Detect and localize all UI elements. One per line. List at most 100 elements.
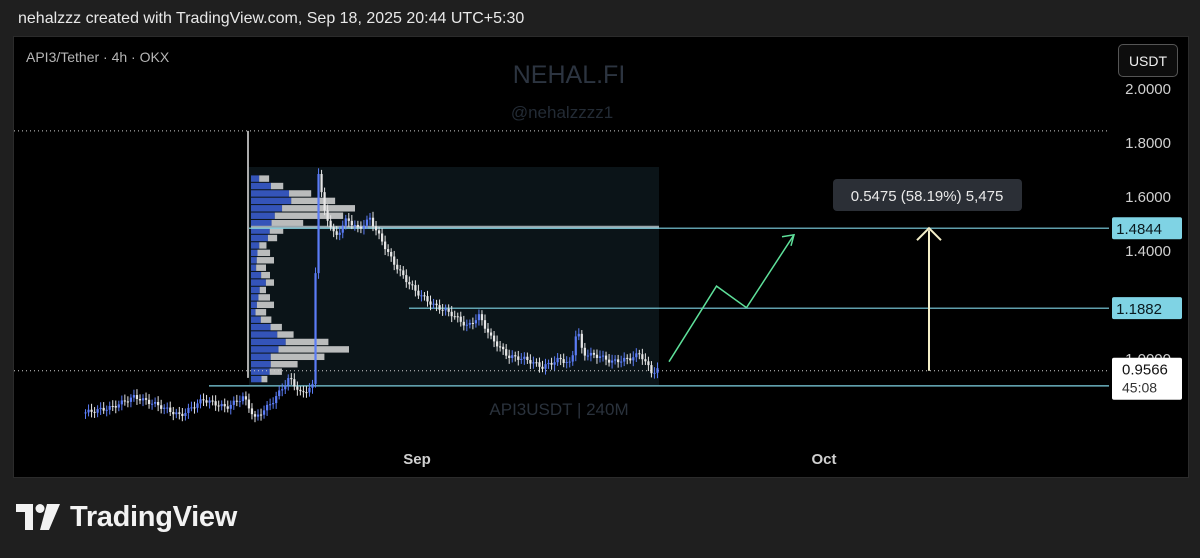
watermark-brand: NEHAL.FI bbox=[513, 61, 626, 89]
candle-body bbox=[84, 412, 87, 414]
candle-body bbox=[326, 210, 329, 221]
candle-body bbox=[489, 332, 493, 336]
volume-bar-up bbox=[251, 271, 262, 279]
volume-bar-up bbox=[251, 279, 266, 286]
candle-body bbox=[111, 406, 114, 408]
candle-body bbox=[126, 401, 129, 403]
candle-body bbox=[483, 320, 487, 329]
volume-bar-up bbox=[251, 331, 278, 338]
candle-body bbox=[368, 217, 372, 220]
volume-bar-down bbox=[256, 264, 267, 271]
candle-body bbox=[541, 366, 544, 369]
drawings[interactable]: 0.5475 (58.19%) 5,475 bbox=[668, 179, 1022, 371]
candle-body bbox=[492, 335, 496, 342]
candle-body bbox=[441, 309, 444, 311]
candle-body bbox=[129, 397, 133, 402]
candle-body bbox=[193, 407, 196, 409]
symbol-title[interactable]: API3/Tether · 4h · OKX bbox=[26, 49, 169, 65]
candle-body bbox=[650, 365, 653, 374]
candle-body bbox=[362, 225, 366, 229]
candle-body bbox=[495, 341, 499, 347]
candle-body bbox=[265, 404, 269, 411]
candle-body bbox=[384, 241, 387, 250]
volume-bar-up bbox=[251, 234, 268, 242]
candle-body bbox=[623, 357, 626, 362]
candle-body bbox=[166, 407, 169, 409]
candle-body bbox=[302, 391, 305, 393]
chart-canvas[interactable]: NEHAL.FI@nehalzzzz118/9/2025API3USDT | 2… bbox=[14, 37, 1188, 477]
volume-bar-up bbox=[251, 286, 260, 294]
candle-body bbox=[396, 264, 399, 270]
candle-body bbox=[387, 249, 390, 252]
candle-body bbox=[311, 383, 314, 388]
candle-body bbox=[520, 358, 523, 360]
candle-body bbox=[232, 400, 235, 405]
volume-bar-down bbox=[260, 316, 272, 323]
candle-body bbox=[505, 349, 508, 356]
candle-body bbox=[256, 414, 260, 417]
candle-body bbox=[290, 378, 293, 380]
candle-body bbox=[320, 174, 323, 193]
candle-body bbox=[284, 385, 287, 390]
candle-body bbox=[438, 305, 441, 310]
candle-body bbox=[332, 227, 335, 232]
candle-body bbox=[220, 404, 223, 407]
volume-bar-down bbox=[256, 301, 275, 309]
y-tick-label: 2.0000 bbox=[1125, 81, 1171, 98]
candle-body bbox=[123, 400, 126, 402]
candle-body bbox=[595, 354, 599, 358]
candle-body bbox=[629, 358, 632, 361]
volume-bar-up bbox=[251, 309, 256, 316]
candle-body bbox=[350, 220, 353, 226]
candle-body bbox=[208, 400, 211, 403]
candle-body bbox=[632, 357, 635, 361]
current-price-label: 0.9566 bbox=[1122, 362, 1168, 379]
candle-body bbox=[523, 356, 526, 359]
candle-body bbox=[138, 399, 142, 401]
watermark-handle: @nehalzzzz1 bbox=[511, 103, 613, 122]
candle-body bbox=[238, 401, 241, 403]
candle-body bbox=[480, 314, 484, 321]
candle-body bbox=[423, 295, 426, 297]
candle-body bbox=[459, 316, 462, 322]
candle-body bbox=[399, 269, 402, 271]
candle-body bbox=[105, 409, 108, 411]
volume-bar-up bbox=[251, 323, 271, 331]
volume-bar-up bbox=[251, 361, 271, 368]
volume-bar-down bbox=[285, 338, 329, 346]
candle-body bbox=[293, 379, 296, 387]
candle-body bbox=[262, 410, 266, 415]
candle-body bbox=[393, 256, 396, 265]
candle-body bbox=[577, 333, 580, 337]
candle-body bbox=[181, 413, 184, 417]
volume-bar-up bbox=[251, 353, 271, 361]
tradingview-logo-icon bbox=[16, 504, 60, 530]
price-badge-label: 1.1882 bbox=[1116, 301, 1162, 318]
candle-body bbox=[586, 355, 589, 357]
candle-body bbox=[281, 389, 284, 391]
projection-path bbox=[668, 234, 795, 363]
watermark-pair: API3USDT | 240M bbox=[489, 400, 628, 419]
candle-body bbox=[405, 275, 408, 283]
volume-bar-down bbox=[255, 309, 267, 316]
candle-body bbox=[223, 404, 226, 407]
candle-body bbox=[147, 399, 151, 404]
volume-bar-up bbox=[251, 301, 257, 309]
candle-body bbox=[296, 386, 299, 390]
volume-bar-down bbox=[265, 279, 274, 286]
candle-body bbox=[402, 270, 405, 276]
candle-body bbox=[517, 356, 520, 360]
candle-body bbox=[341, 225, 344, 233]
candle-body bbox=[353, 224, 356, 226]
candle-body bbox=[647, 361, 650, 366]
candle-body bbox=[241, 396, 244, 402]
volume-bar-down bbox=[271, 219, 304, 227]
measure-tooltip: 0.5475 (58.19%) 5,475 bbox=[851, 188, 1004, 205]
volume-bar-up bbox=[251, 212, 275, 219]
candle-body bbox=[132, 395, 136, 398]
volume-bar-down bbox=[257, 249, 271, 257]
currency-button[interactable]: USDT bbox=[1118, 44, 1178, 77]
x-tick-label: Oct bbox=[811, 451, 836, 468]
volume-bar-up bbox=[251, 375, 262, 383]
chart-panel[interactable]: NEHAL.FI@nehalzzzz118/9/2025API3USDT | 2… bbox=[13, 36, 1189, 478]
